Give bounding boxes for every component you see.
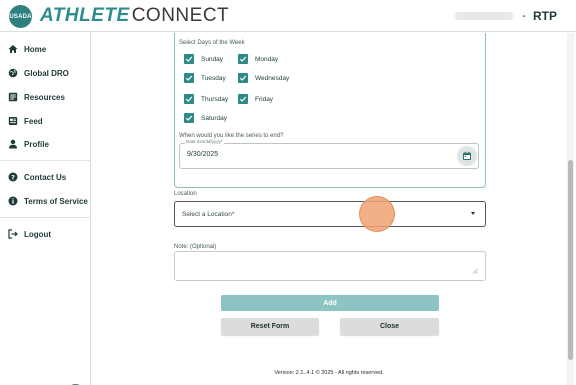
sidebar-item-home[interactable]: Home [0,39,90,59]
thursday-checkbox[interactable] [184,94,194,104]
brand-logo: ATHLETE CONNECT [40,5,229,27]
info-icon [8,196,18,206]
user-code[interactable]: RTP [533,9,557,23]
sidebar-item-label: Home [24,44,47,54]
thursday-label: Thursday [201,96,229,103]
tap-indicator [359,196,395,232]
top-bar: USADA ATHLETE CONNECT - RTP [0,0,576,32]
days-of-week-title: Select Days of the Week [179,40,245,46]
checkmark-icon [239,96,247,102]
note-textarea[interactable] [174,251,486,281]
sidebar-item-resources[interactable]: Resources [0,87,90,107]
sidebar-item-profile[interactable]: Profile [0,134,90,154]
checkmark-icon [239,75,247,81]
sidebar-item-terms[interactable]: Terms of Service [0,191,90,211]
home-icon [8,44,18,54]
sidebar-item-label: Feed [24,116,43,126]
location-select-value: Select a Location* [182,211,235,218]
checkmark-icon [185,96,193,102]
close-button[interactable]: Close [340,318,439,335]
reset-form-button[interactable]: Reset Form [221,318,319,335]
sidebar-item-global-dro[interactable]: Global DRO [0,63,90,83]
series-end-date-field[interactable] [179,143,479,169]
friday-checkbox[interactable] [238,94,248,104]
date-field-legend: Date mm/dd/yyyy* [185,139,224,144]
calendar-icon [463,151,471,160]
saturday-label: Saturday [201,115,228,122]
open-calendar-button[interactable] [457,146,477,166]
sidebar-item-label: Logout [24,229,52,239]
svg-text:?: ? [11,173,15,181]
resources-icon [8,92,18,102]
tuesday-checkbox[interactable] [184,73,194,83]
sidebar-item-feed[interactable]: Feed [0,111,90,131]
friday-label: Friday [255,96,274,103]
sunday-label: Sunday [201,56,224,63]
note-label: Note: (Optional) [174,244,217,250]
logout-icon [8,229,18,239]
sidebar-item-label: Contact Us [24,172,67,182]
sidebar-item-logout[interactable]: Logout [0,224,90,244]
sidebar: Home Global DRO Resources Feed Profile ?… [0,32,91,385]
checkmark-icon [185,75,193,81]
checkmark-icon [239,56,247,62]
sidebar-item-label: Profile [24,139,49,149]
sidebar-item-label: Terms of Service [24,196,88,206]
wednesday-label: Wednesday [255,75,290,82]
date-field-value: 9/30/2025 [187,151,219,158]
usada-logo: USADA [9,5,32,28]
logo-badge-text: USADA [9,13,32,20]
add-button[interactable]: Add [221,295,439,311]
monday-label: Monday [255,56,279,63]
person-icon [8,139,18,149]
user-separator: - [522,10,526,22]
sunday-checkbox[interactable] [184,54,194,64]
question-icon: ? [8,172,18,182]
sidebar-item-contact-us[interactable]: ? Contact Us [0,167,90,187]
scrollbar-thumb[interactable] [568,160,573,360]
sidebar-item-label: Global DRO [24,68,69,78]
location-label: Location [174,191,197,197]
tuesday-label: Tuesday [201,75,226,82]
version-footer: Version: 2.1..4.1 © 2025 - All rights re… [274,370,384,376]
wednesday-checkbox[interactable] [238,73,248,83]
monday-checkbox[interactable] [238,54,248,64]
user-name-redacted [455,12,513,20]
sidebar-item-label: Resources [24,92,65,102]
brand-part-1: ATHLETE [40,5,130,26]
brand-part-2: CONNECT [131,5,230,26]
sidebar-divider [0,217,90,218]
feed-icon [8,116,18,126]
globe-icon [8,68,18,78]
sidebar-divider [0,160,90,161]
checkmark-icon [185,56,193,62]
saturday-checkbox[interactable] [184,113,194,123]
resize-grip-icon[interactable] [472,268,478,274]
checkmark-icon [185,115,193,121]
dropdown-caret-icon [471,212,475,215]
